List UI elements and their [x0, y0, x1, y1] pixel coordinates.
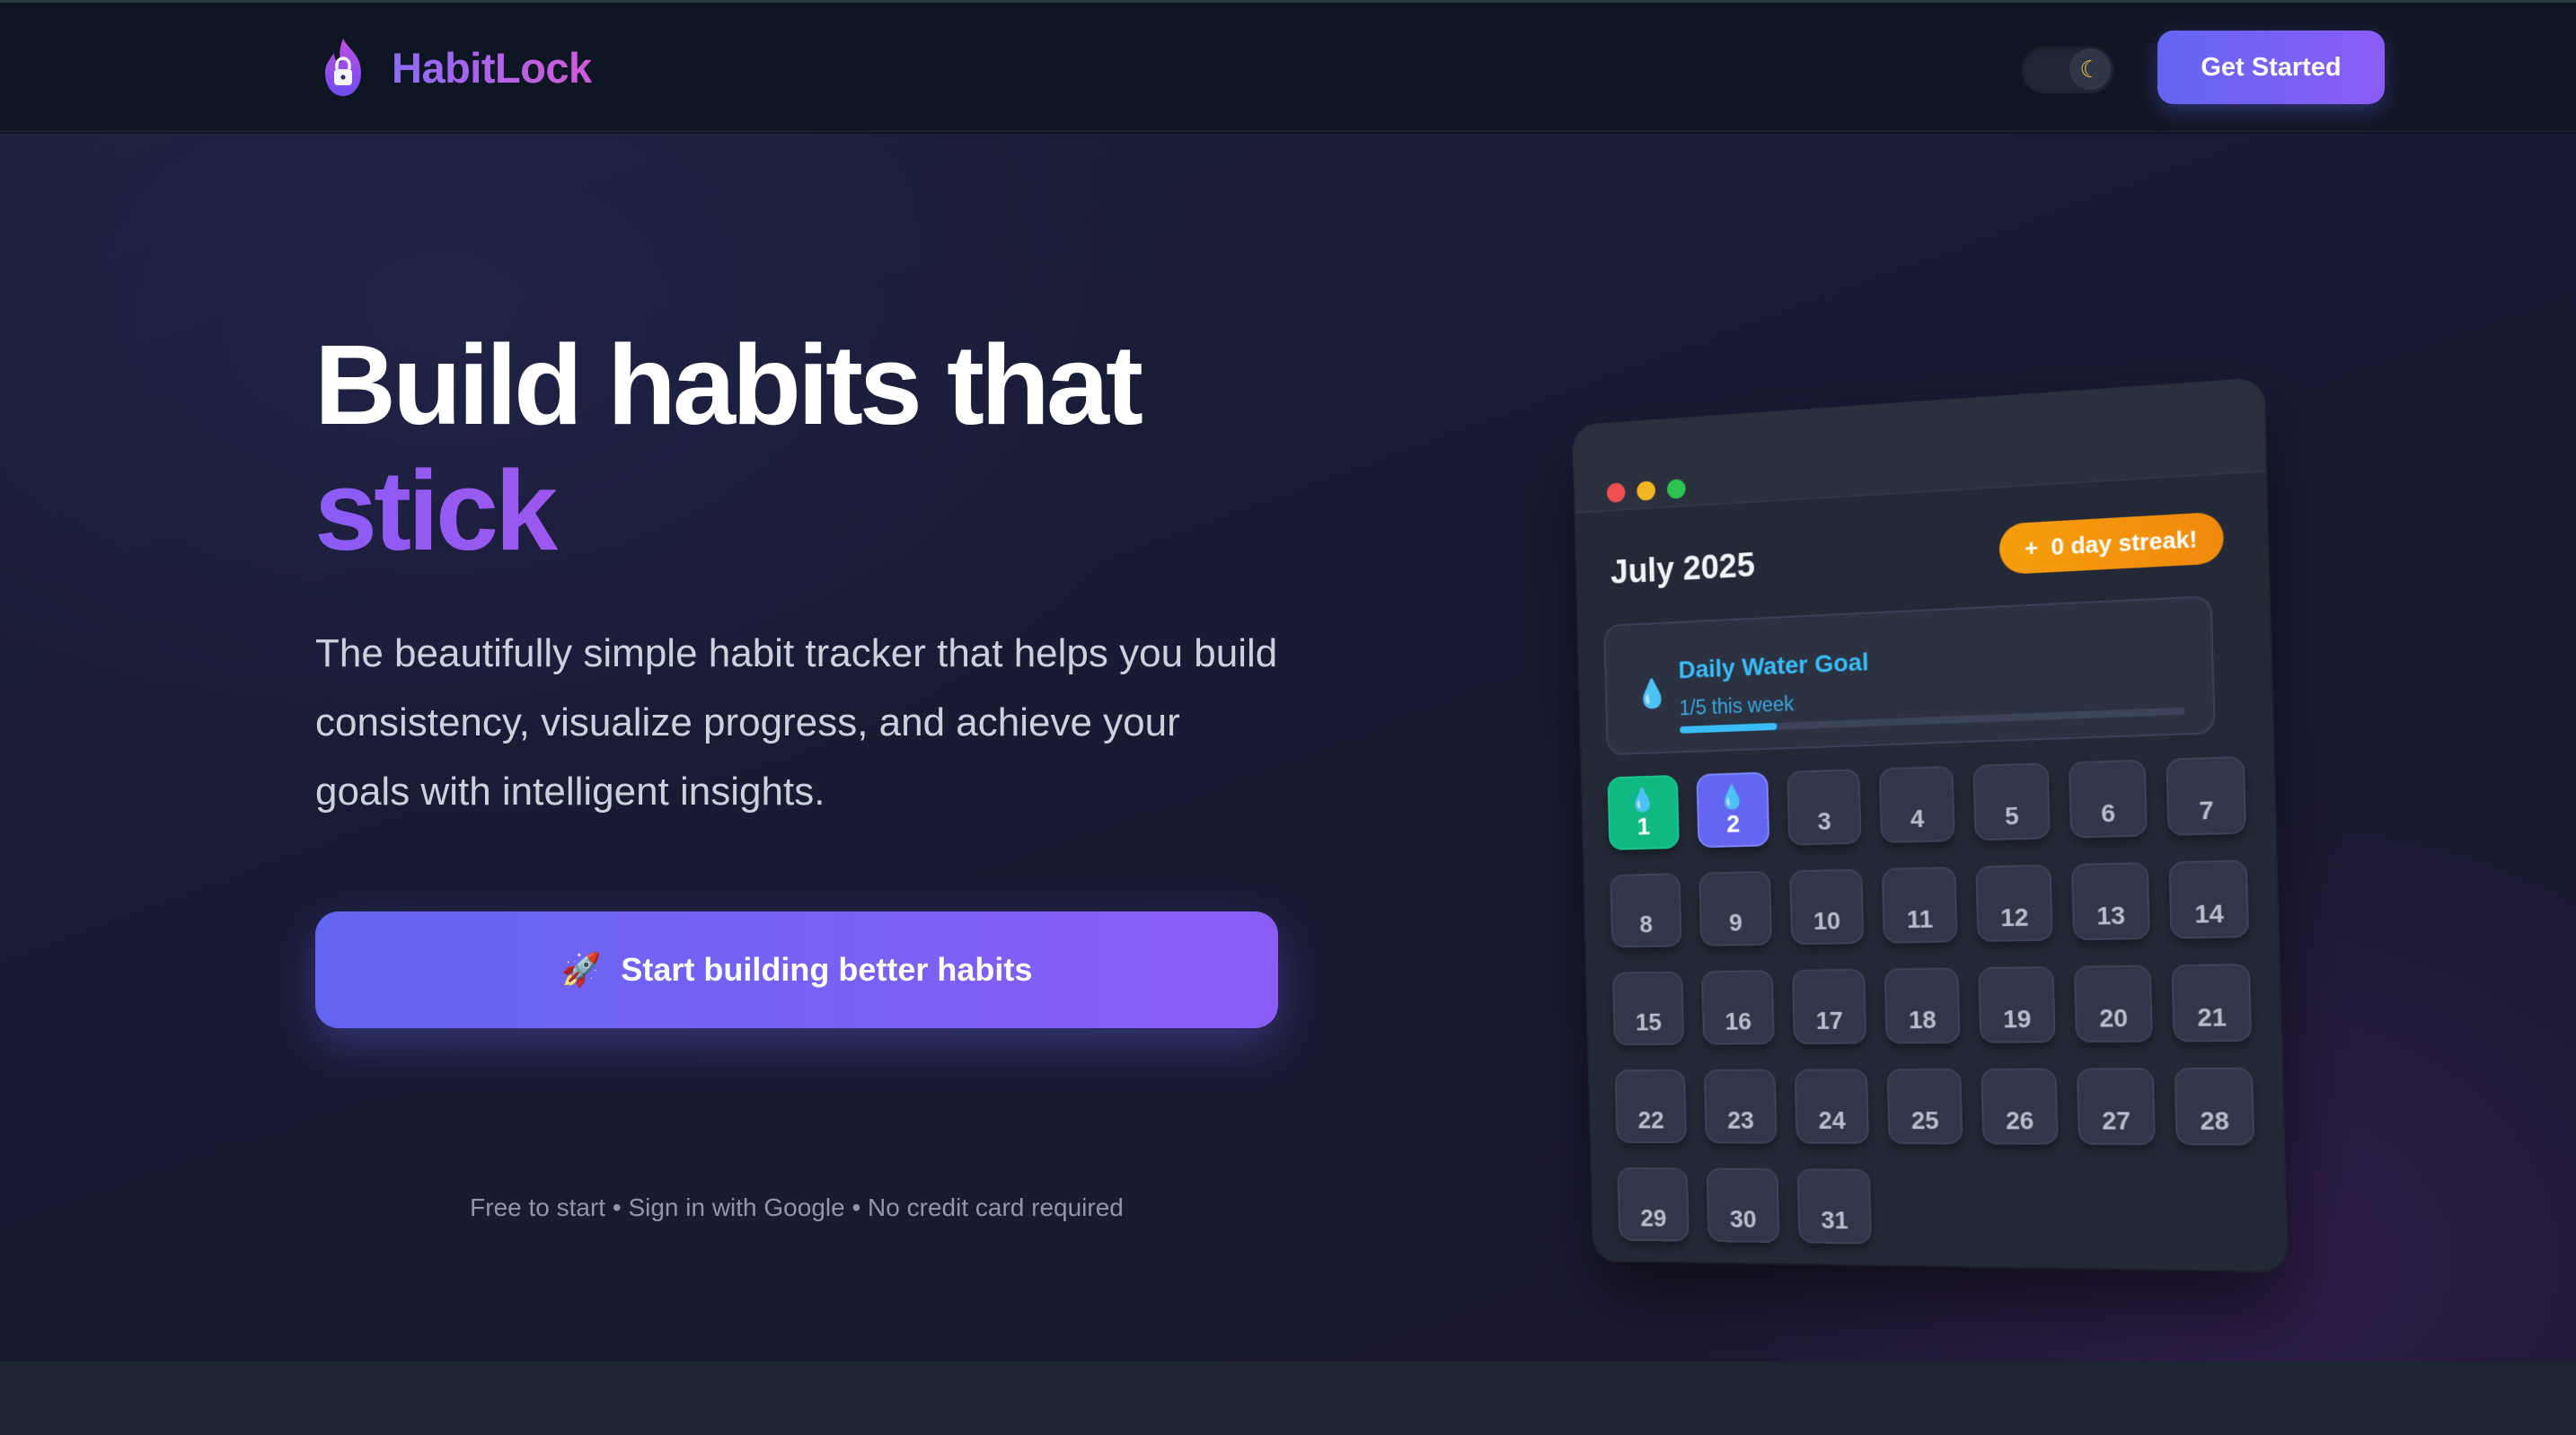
- calendar-day-number: 14: [2193, 899, 2225, 929]
- flame-lock-logo-icon: [325, 39, 361, 96]
- streak-badge: + 0 day streak!: [1998, 511, 2225, 576]
- calendar-day[interactable]: 7: [2166, 755, 2247, 836]
- theme-toggle[interactable]: ☾: [2021, 45, 2114, 93]
- navbar: HabitLock ☾ Get Started: [0, 3, 2576, 132]
- calendar-day[interactable]: 28: [2174, 1067, 2255, 1146]
- streak-label: 0 day streak!: [2051, 524, 2198, 560]
- minimize-dot-icon: [1636, 480, 1656, 501]
- calendar-day[interactable]: 5: [1972, 762, 2051, 841]
- calendar-day[interactable]: 31: [1796, 1168, 1873, 1245]
- hero-fine-print: Free to start • Sign in with Google • No…: [470, 1193, 1124, 1221]
- brand[interactable]: HabitLock: [314, 35, 592, 100]
- calendar-day[interactable]: 11: [1881, 867, 1958, 944]
- calendar-day[interactable]: 26: [1981, 1068, 2059, 1145]
- calendar-mockup: July 2025 + 0 day streak! 💧 Daily Water …: [1574, 379, 2287, 1272]
- calendar-day-number: 26: [2005, 1106, 2034, 1135]
- calendar-day[interactable]: 22: [1614, 1070, 1688, 1144]
- calendar-day-number: 12: [1999, 902, 2029, 932]
- calendar-day[interactable]: 17: [1791, 968, 1867, 1044]
- rocket-icon: 🚀: [560, 951, 602, 988]
- calendar-day[interactable]: 15: [1611, 971, 1685, 1046]
- hero-subtitle: The beautifully simple habit tracker tha…: [315, 631, 1278, 814]
- maximize-dot-icon: [1666, 479, 1686, 499]
- calendar-day[interactable]: 21: [2171, 964, 2253, 1043]
- calendar-day[interactable]: 23: [1703, 1069, 1778, 1144]
- calendar-day-number: 10: [1813, 906, 1841, 935]
- calendar-day-number: 11: [1906, 904, 1934, 934]
- goal-title: Daily Water Goal: [1678, 647, 1869, 684]
- next-section-strip: [0, 1361, 2576, 1435]
- calendar-day-number: 16: [1725, 1007, 1752, 1035]
- water-drop-icon: 💧: [1718, 783, 1747, 811]
- moon-icon: ☾: [2069, 48, 2111, 90]
- mockup-title-bar: [1574, 379, 2265, 514]
- calendar-day[interactable]: 20: [2073, 964, 2153, 1043]
- headline-line-1: Build habits that: [314, 321, 1143, 448]
- calendar-day-number: 22: [1637, 1106, 1665, 1134]
- calendar-day-number: 25: [1910, 1106, 1939, 1135]
- calendar-day[interactable]: 29: [1617, 1167, 1689, 1242]
- calendar-day[interactable]: 💧 2: [1696, 771, 1770, 849]
- calendar-day[interactable]: 19: [1978, 966, 2056, 1043]
- water-drop-icon: 💧: [1635, 676, 1670, 710]
- start-building-label: Start building better habits: [621, 951, 1033, 988]
- calendar-day-number: 9: [1728, 908, 1743, 937]
- calendar-day-number: 17: [1815, 1006, 1844, 1034]
- calendar-day[interactable]: 8: [1610, 873, 1682, 948]
- calendar-day-number: 2: [1725, 809, 1741, 838]
- hero-section: Build habits that stick The beautifully …: [0, 134, 2576, 1361]
- calendar-day-number: 31: [1821, 1206, 1849, 1235]
- calendar-day[interactable]: 10: [1789, 868, 1865, 946]
- calendar-day[interactable]: 3: [1786, 769, 1862, 846]
- calendar-day-number: 4: [1910, 804, 1925, 833]
- calendar-day-number: 28: [2199, 1106, 2230, 1136]
- hero-headline: Build habits that stick: [314, 321, 1143, 574]
- goal-progress-text: 1/5 this week: [1679, 691, 1795, 720]
- calendar-day-number: 30: [1729, 1205, 1757, 1233]
- calendar-day-number: 5: [2004, 801, 2020, 831]
- calendar-month: July 2025: [1610, 547, 1756, 592]
- calendar-day[interactable]: 18: [1883, 967, 1961, 1044]
- calendar-day[interactable]: 13: [2070, 862, 2150, 941]
- headline-accent: stick: [314, 448, 1140, 574]
- calendar-day[interactable]: 6: [2068, 759, 2148, 839]
- calendar-day-number: 13: [2095, 901, 2126, 930]
- calendar-day[interactable]: 16: [1701, 970, 1775, 1045]
- plus-icon: +: [2024, 533, 2039, 562]
- calendar-day-number: 3: [1817, 806, 1832, 835]
- calendar-day[interactable]: 25: [1886, 1068, 1963, 1145]
- calendar-day-number: 1: [1636, 812, 1651, 841]
- calendar-day-number: 23: [1726, 1106, 1755, 1134]
- calendar-day-number: 19: [2002, 1004, 2032, 1034]
- calendar-day-number: 7: [2198, 796, 2214, 825]
- get-started-button[interactable]: Get Started: [2157, 31, 2385, 104]
- calendar-day[interactable]: 27: [2076, 1068, 2156, 1146]
- calendar-day[interactable]: 9: [1698, 870, 1773, 946]
- habit-goal-card[interactable]: 💧 Daily Water Goal 1/5 this week: [1603, 594, 2216, 756]
- start-building-button[interactable]: 🚀 Start building better habits: [315, 911, 1278, 1028]
- calendar-day-number: 18: [1908, 1005, 1937, 1034]
- calendar-day-number: 15: [1635, 1008, 1663, 1036]
- water-drop-icon: 💧: [1628, 786, 1657, 814]
- calendar-day[interactable]: 24: [1794, 1069, 1870, 1144]
- brand-name: HabitLock: [392, 43, 592, 92]
- calendar-day[interactable]: 💧 1: [1607, 774, 1680, 850]
- calendar-day-number: 27: [2101, 1106, 2131, 1135]
- close-dot-icon: [1606, 482, 1626, 503]
- calendar-day-number: 21: [2196, 1002, 2228, 1032]
- calendar-day-number: 6: [2100, 798, 2116, 828]
- calendar-day-number: 29: [1639, 1204, 1667, 1232]
- calendar-day[interactable]: 4: [1878, 765, 1955, 844]
- calendar-day[interactable]: 12: [1975, 864, 2053, 942]
- calendar-grid: 💧 1 💧 2 3 4 5 6 7 8 9 10 11 12 13 14 15 16 17 18 19 20 21 22 23 2…: [1607, 755, 2267, 1250]
- goal-progress-fill: [1680, 722, 1778, 734]
- calendar-day[interactable]: 14: [2168, 859, 2250, 939]
- calendar-day[interactable]: 30: [1706, 1167, 1780, 1244]
- calendar-day-number: 8: [1639, 910, 1654, 938]
- calendar-day-number: 20: [2098, 1003, 2129, 1033]
- calendar-day-number: 24: [1818, 1106, 1847, 1134]
